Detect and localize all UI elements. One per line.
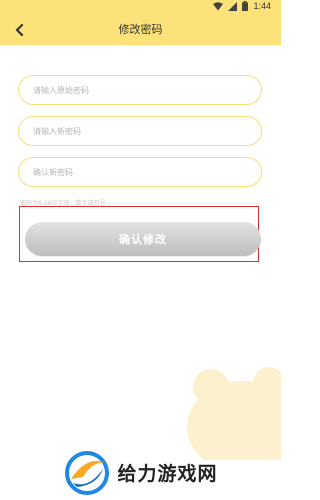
status-bar: 1:44	[0, 0, 281, 15]
status-time: 1:44	[253, 1, 271, 11]
watermark: 给力游戏网	[0, 445, 281, 500]
signal-icon	[228, 1, 238, 11]
battery-icon	[242, 1, 249, 11]
page-title: 修改密码	[118, 23, 163, 36]
watermark-text: 给力游戏网	[117, 463, 218, 485]
app-header: 修改密码	[0, 15, 281, 45]
chevron-left-icon	[15, 24, 24, 36]
confirm-button[interactable]: 确认修改	[25, 222, 261, 256]
wifi-icon	[213, 1, 224, 10]
new-password-input[interactable]	[19, 117, 261, 145]
old-password-input[interactable]	[19, 76, 261, 104]
watermark-logo-icon	[65, 450, 110, 495]
new-password-field[interactable]	[18, 116, 262, 146]
confirm-password-field[interactable]	[18, 157, 262, 187]
status-icons: 1:44	[213, 1, 271, 11]
back-button[interactable]	[8, 19, 30, 41]
old-password-field[interactable]	[18, 75, 262, 105]
confirm-password-input[interactable]	[19, 158, 261, 186]
